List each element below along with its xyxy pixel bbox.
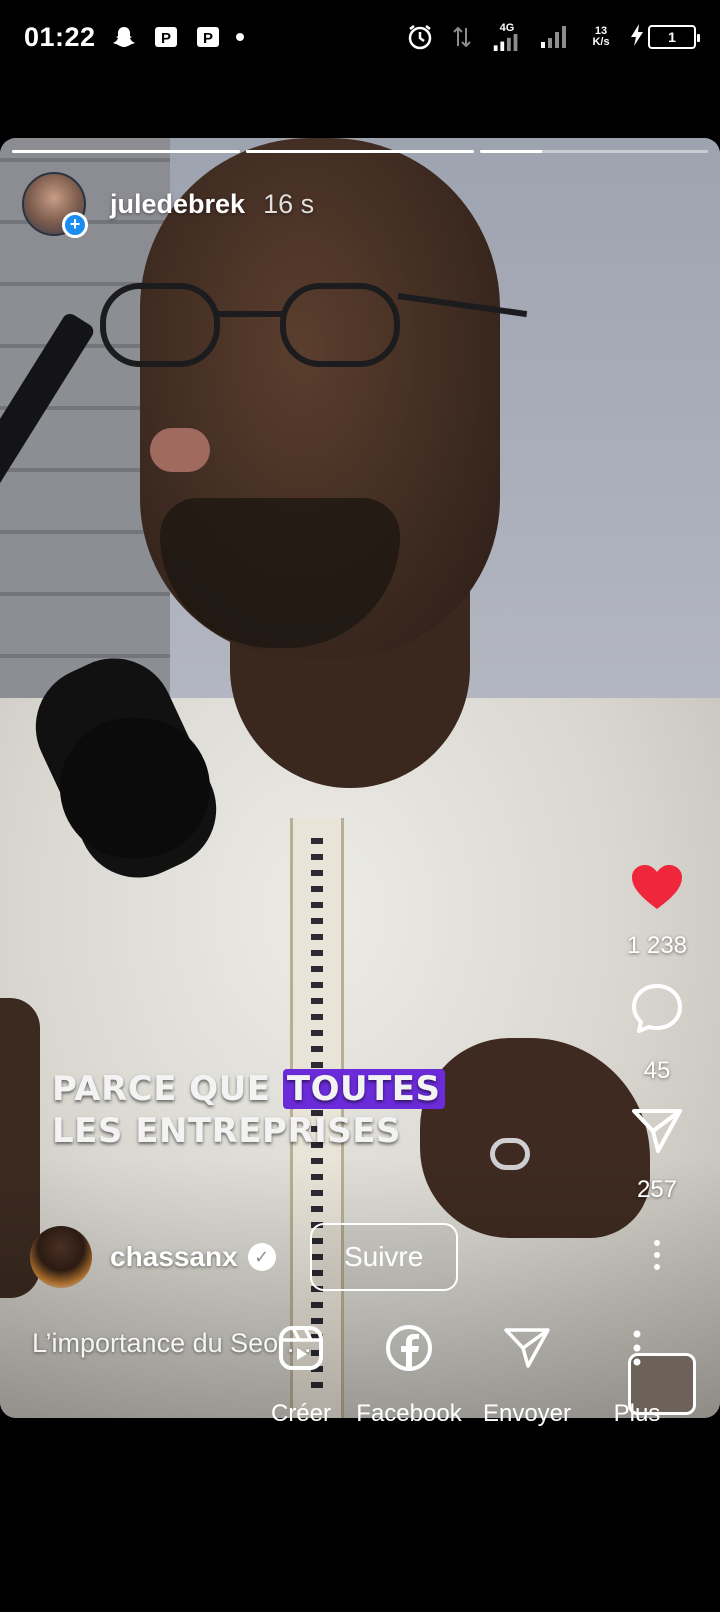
notification-dot (235, 33, 244, 41)
author-avatar[interactable] (30, 1226, 92, 1288)
more-button[interactable]: Plus (572, 1320, 702, 1428)
reels-icon[interactable] (273, 1320, 329, 1376)
progress-segment (480, 150, 708, 153)
share-count: 257 (636, 1176, 678, 1203)
story-timestamp: 16 s (263, 188, 315, 219)
facebook-share-button[interactable]: Facebook (344, 1320, 474, 1428)
send-icon[interactable] (631, 1107, 683, 1160)
send-icon[interactable] (499, 1320, 555, 1376)
alarm-icon (406, 23, 434, 51)
snapchat-icon (110, 23, 138, 51)
comment-button[interactable]: 45 (630, 982, 684, 1085)
story-progress (12, 150, 708, 153)
svg-text:P: P (161, 30, 171, 47)
comment-count: 45 (643, 1057, 671, 1084)
follow-button[interactable]: Suivre (309, 1223, 458, 1291)
author-name[interactable]: chassanx (110, 1241, 238, 1273)
like-button[interactable]: 1 238 (627, 863, 687, 960)
more-icon[interactable] (609, 1320, 665, 1376)
verified-badge-icon: ✓ (247, 1243, 276, 1271)
signal-icon: 4G (490, 23, 524, 51)
story-header: + juledebrek 16 s (22, 172, 315, 238)
share-bar: Créer Facebook Envoyer Plus (0, 1320, 720, 1480)
reel-author: chassanx ✓ Suivre (30, 1223, 458, 1291)
data-arrows-icon (448, 23, 476, 51)
add-story-icon[interactable]: + (62, 212, 88, 238)
network-speed: 13 K/s (592, 25, 610, 48)
share-button[interactable]: 257 (631, 1107, 683, 1204)
story-viewer[interactable]: + juledebrek 16 s PARCE QUE TOUTES LES E… (0, 138, 720, 1418)
facebook-icon[interactable] (381, 1320, 437, 1376)
like-count: 1 238 (626, 932, 688, 959)
signal-icon (538, 23, 572, 51)
more-options-icon[interactable] (653, 1240, 661, 1270)
avatar[interactable]: + (22, 172, 88, 238)
svg-text:P: P (203, 30, 213, 47)
comment-icon[interactable] (630, 982, 684, 1041)
progress-segment (246, 150, 474, 153)
parking-icon: P (194, 23, 222, 51)
video-caption: PARCE QUE TOUTES LES ENTREPRISES (52, 1068, 445, 1152)
parking-icon: P (152, 23, 180, 51)
story-username[interactable]: juledebrek (110, 189, 245, 220)
charging-icon (630, 23, 644, 52)
caption-highlight: TOUTES (282, 1069, 445, 1109)
reel-actions: 1 238 45 257 (612, 863, 702, 1270)
battery-icon: 1 (648, 25, 700, 49)
heart-icon[interactable] (630, 863, 684, 916)
status-bar: 01:22 P P 4G 13 K/s 1 (0, 0, 720, 74)
clock: 01:22 (24, 21, 96, 52)
progress-segment (12, 150, 240, 153)
